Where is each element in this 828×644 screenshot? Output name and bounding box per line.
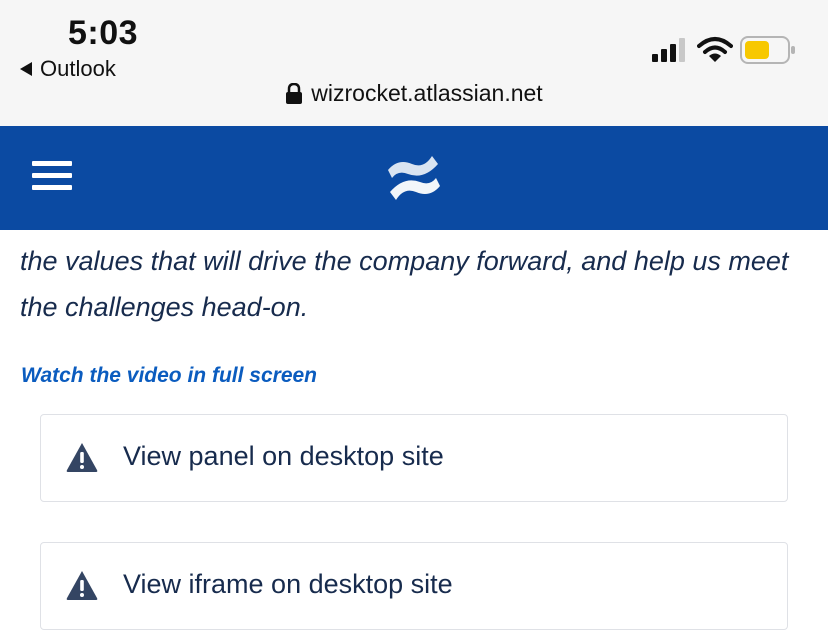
url-text: wizrocket.atlassian.net [311, 80, 543, 106]
panel-notice-label: View panel on desktop site [123, 441, 444, 471]
wifi-icon [697, 37, 733, 62]
site-header [0, 126, 828, 230]
confluence-logo-icon[interactable] [386, 152, 442, 204]
back-to-app-link[interactable]: Outlook [20, 56, 116, 82]
status-time: 5:03 [68, 14, 139, 52]
back-arrow-icon [20, 62, 32, 76]
battery-icon [740, 36, 795, 64]
warning-icon [66, 443, 98, 472]
desktop-iframe-notice[interactable]: View iframe on desktop site [40, 542, 788, 630]
hamburger-menu-icon[interactable] [32, 161, 72, 195]
lock-icon [286, 82, 303, 104]
back-app-label: Outlook [40, 56, 116, 81]
watch-fullscreen-link[interactable]: Watch the video in full screen [21, 364, 317, 388]
warning-icon [66, 571, 98, 600]
desktop-panel-notice[interactable]: View panel on desktop site [40, 414, 788, 502]
cellular-signal-icon [652, 38, 685, 62]
intro-paragraph: the values that will drive the company f… [20, 246, 789, 322]
page-content: the values that will drive the company f… [0, 230, 828, 644]
iframe-notice-label: View iframe on desktop site [123, 569, 453, 599]
status-bar: 5:03 Outlook wizrocket.atlassian.net [0, 0, 828, 127]
address-bar[interactable]: wizrocket.atlassian.net [0, 80, 828, 107]
